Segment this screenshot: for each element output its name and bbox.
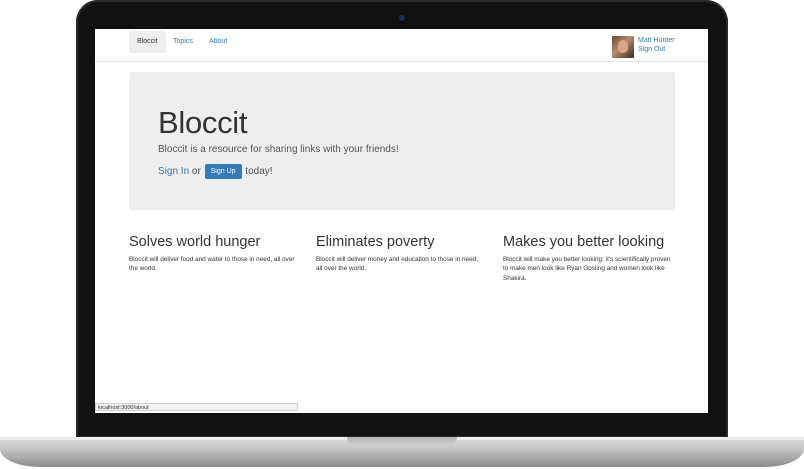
nav-item-topics[interactable]: Topics — [165, 31, 201, 53]
feature-title: Solves world hunger — [129, 234, 261, 250]
feature-text: Bloccit will deliver food and water to t… — [129, 256, 295, 273]
feature-title: Eliminates poverty — [316, 234, 435, 250]
webcam-icon — [399, 15, 405, 21]
or-text: or — [191, 166, 201, 177]
page-title: Bloccit — [158, 105, 248, 140]
feature-column: Makes you better looking Bloccit will ma… — [503, 234, 671, 283]
feature-column: Eliminates poverty Bloccit will deliver … — [316, 234, 484, 274]
laptop-notch — [347, 437, 457, 446]
sign-in-link[interactable]: Sign In — [158, 166, 189, 177]
today-text: today! — [245, 166, 273, 177]
nav-item-about[interactable]: About — [201, 31, 235, 53]
browser-viewport: Bloccit Topics About Matt Hunter Sign Ou… — [95, 29, 708, 413]
feature-text: Bloccit will deliver money and education… — [316, 256, 478, 273]
call-to-action: Sign In or Sign Up today! — [158, 164, 273, 179]
nav-item-bloccit[interactable]: Bloccit — [129, 31, 166, 53]
sign-up-button[interactable]: Sign Up — [204, 164, 242, 179]
feature-title: Makes you better looking — [503, 234, 665, 250]
jumbotron: Bloccit Bloccit is a resource for sharin… — [129, 72, 675, 210]
avatar[interactable] — [612, 36, 634, 58]
feature-column: Solves world hunger Bloccit will deliver… — [129, 234, 297, 274]
feature-text: Bloccit will make you better looking: it… — [503, 256, 671, 282]
sign-out-link[interactable]: Sign Out — [638, 46, 665, 53]
user-name-link[interactable]: Matt Hunter — [638, 37, 675, 44]
top-navbar: Bloccit Topics About Matt Hunter Sign Ou… — [95, 29, 708, 62]
status-bar-url: localhost:3000/about — [95, 403, 298, 411]
lead-text: Bloccit is a resource for sharing links … — [158, 144, 399, 155]
